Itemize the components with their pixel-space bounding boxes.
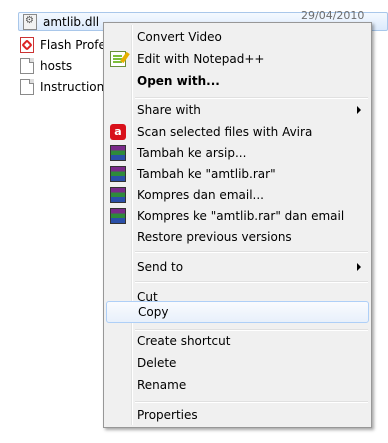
menu-separator [135, 281, 368, 283]
dll-file-icon [23, 13, 37, 30]
menu-item-label: Kompres ke "amtlib.rar" dan email [137, 209, 345, 223]
winrar-icon [110, 166, 126, 182]
menu-item-open-with[interactable]: Open with... [106, 70, 369, 92]
menu-separator [135, 401, 368, 403]
menu-item-label: Scan selected files with Avira [137, 125, 313, 139]
menu-item-edit-notepad[interactable]: Edit with Notepad++ [106, 48, 369, 70]
menu-separator [135, 251, 368, 253]
menu-item-label: Delete [137, 356, 177, 370]
menu-item-label: Edit with Notepad++ [137, 52, 265, 66]
submenu-arrow-icon [357, 263, 361, 271]
file-name: amtlib.dll [43, 14, 100, 29]
winrar-icon [110, 145, 126, 161]
file-name: Flash Profes [40, 37, 113, 52]
menu-item-label: Tambah ke arsip... [137, 146, 247, 160]
file-row-instructions[interactable]: Instructions [20, 77, 110, 96]
file-row-flash[interactable]: Flash Profes [20, 35, 112, 54]
text-file-icon [20, 78, 34, 95]
menu-item-label: Create shortcut [137, 334, 231, 348]
menu-item-convert-video[interactable]: Convert Video [106, 26, 369, 48]
menu-item-restore-versions[interactable]: Restore previous versions [106, 226, 369, 248]
menu-item-label: Properties [137, 408, 198, 422]
file-name: hosts [40, 58, 73, 73]
menu-item-properties[interactable]: Properties [106, 404, 369, 426]
menu-item-kompres-rar-email[interactable]: Kompres ke "amtlib.rar" dan email [106, 205, 369, 227]
menu-item-tambah-rar[interactable]: Tambah ke "amtlib.rar" [106, 163, 369, 185]
menu-item-copy[interactable]: Copy [106, 301, 369, 323]
menu-item-label: Restore previous versions [137, 230, 292, 244]
file-row-hosts[interactable]: hosts [20, 56, 72, 75]
menu-item-label: Send to [137, 260, 184, 274]
winrar-icon [110, 208, 126, 224]
pdf-file-icon [20, 36, 34, 53]
menu-item-scan-avira[interactable]: a Scan selected files with Avira [106, 121, 369, 143]
file-icon [20, 57, 34, 74]
menu-item-tambah-arsip[interactable]: Tambah ke arsip... [106, 142, 369, 164]
menu-item-label: Open with... [137, 74, 220, 88]
winrar-icon [110, 187, 126, 203]
menu-item-delete[interactable]: Delete [106, 352, 369, 374]
menu-item-label: Copy [138, 305, 169, 319]
menu-item-label: Share with [137, 103, 201, 117]
menu-item-label: Kompres dan email... [137, 188, 264, 202]
notepad-plus-icon [110, 51, 126, 67]
menu-item-label: Convert Video [137, 30, 222, 44]
file-name: Instructions [40, 79, 111, 94]
submenu-arrow-icon [357, 106, 361, 114]
menu-item-label: Tambah ke "amtlib.rar" [137, 167, 276, 181]
menu-item-rename[interactable]: Rename [106, 374, 369, 396]
menu-item-create-shortcut[interactable]: Create shortcut [106, 330, 369, 352]
menu-item-share-with[interactable]: Share with [106, 99, 369, 121]
context-menu: Convert Video Edit with Notepad++ Open w… [103, 22, 372, 428]
menu-item-kompres-email[interactable]: Kompres dan email... [106, 184, 369, 206]
menu-item-send-to[interactable]: Send to [106, 256, 369, 278]
avira-icon: a [110, 124, 126, 140]
menu-item-label: Rename [137, 378, 187, 392]
